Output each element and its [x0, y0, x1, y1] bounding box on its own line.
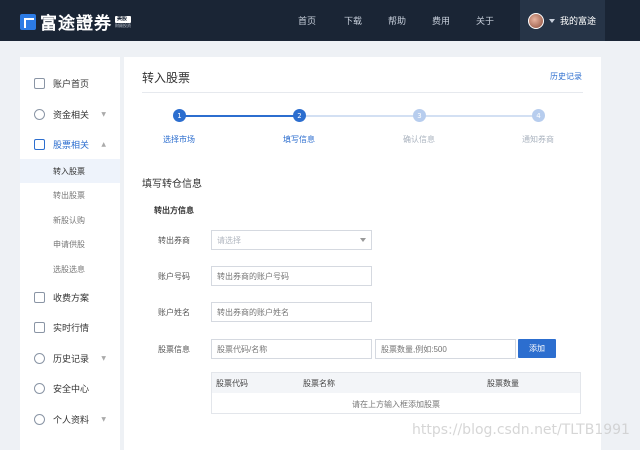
step-2-label: 填写信息 [283, 135, 315, 144]
section-title: 填写转仓信息 [142, 179, 202, 190]
chevron-down-icon [360, 238, 366, 242]
sidebar-item-label: 安全中心 [53, 384, 90, 395]
funds-icon [34, 108, 45, 120]
column-stock-quantity: 股票数量 [487, 379, 519, 388]
history-link[interactable]: 历史记录 [550, 71, 582, 82]
chevron-up-icon: ▲ [101, 140, 106, 148]
sidebar-item-label: 账户首页 [53, 79, 90, 90]
sidebar-item-stocks[interactable]: 股票相关 ▲ [20, 129, 120, 159]
table-empty-message: 请在上方输入框添加股票 [352, 400, 440, 409]
sidebar-subitem-dividend-option[interactable]: 选股选息 [20, 257, 120, 281]
sidebar-item-label: 收费方案 [53, 293, 90, 304]
logo-subtext: 财顾投资 [115, 22, 131, 28]
sidebar: 账户首页 资金相关 ▼ 股票相关 ▲ 转入股票 转出股票 新股认购 申请供股 选… [20, 57, 120, 450]
profile-icon [34, 413, 45, 425]
market-icon [34, 321, 45, 333]
sidebar-item-label: 实时行情 [53, 323, 90, 334]
history-icon [34, 352, 45, 364]
sidebar-item-label: 历史记录 [53, 354, 90, 365]
sidebar-subitem-ipo[interactable]: 新股认购 [20, 208, 120, 232]
sidebar-item-profile[interactable]: 个人资料 ▼ [20, 404, 120, 434]
step-4-label: 通知券商 [522, 135, 554, 144]
step-1-label: 选择市场 [163, 135, 195, 144]
nav-fees[interactable]: 费用 [432, 14, 450, 27]
step-3-dot: 3 [413, 109, 426, 122]
step-1-dot: 1 [173, 109, 186, 122]
chevron-down-icon: ▼ [101, 415, 106, 423]
avatar[interactable] [528, 12, 544, 29]
account-name-input[interactable] [211, 302, 372, 322]
divider [142, 92, 583, 93]
table-header: 股票代码 股票名称 股票数量 [212, 373, 580, 393]
sidebar-item-label: 个人资料 [53, 415, 90, 426]
account-number-label: 账户号码 [158, 272, 190, 281]
sidebar-item-security[interactable]: 安全中心 [20, 373, 120, 403]
nav-about[interactable]: 关于 [476, 14, 494, 27]
account-name-label: 账户姓名 [158, 308, 190, 317]
fees-icon [34, 291, 45, 303]
column-stock-code: 股票代码 [216, 379, 248, 388]
chevron-down-icon: ▼ [101, 354, 106, 362]
page-title: 转入股票 [142, 71, 191, 85]
sidebar-item-label: 资金相关 [53, 110, 90, 121]
step-connector-done [179, 115, 299, 117]
stocks-icon [34, 138, 45, 150]
sidebar-subitem-transfer-in[interactable]: 转入股票 [20, 159, 120, 183]
sidebar-item-market[interactable]: 实时行情 [20, 312, 120, 342]
logo[interactable]: 富途證券 美股 财顾投资 [20, 9, 131, 34]
top-navigation-bar: 富途證券 美股 财顾投资 首页 下载 帮助 费用 关于 我的富途 [0, 0, 640, 41]
stock-quantity-input[interactable] [375, 339, 516, 359]
subsection-title: 转出方信息 [152, 205, 194, 216]
watermark: https://blog.csdn.net/TLTB1991 [412, 422, 630, 438]
stock-code-input[interactable] [211, 339, 372, 359]
sidebar-subitem-rights-issue[interactable]: 申请供股 [20, 232, 120, 256]
nav-help[interactable]: 帮助 [388, 14, 406, 27]
stock-info-label: 股票信息 [158, 345, 190, 354]
user-menu-label[interactable]: 我的富途 [560, 14, 596, 27]
nav-download[interactable]: 下载 [344, 14, 362, 27]
step-3-label: 确认信息 [403, 135, 435, 144]
step-4-dot: 4 [532, 109, 545, 122]
shield-icon [34, 382, 45, 394]
sidebar-item-label: 股票相关 [53, 140, 90, 151]
broker-label: 转出券商 [158, 236, 190, 245]
sidebar-item-funds[interactable]: 资金相关 ▼ [20, 99, 120, 129]
account-number-input[interactable] [211, 266, 372, 286]
user-menu[interactable]: 我的富途 [520, 0, 605, 41]
logo-icon [20, 13, 36, 30]
sidebar-item-account-home[interactable]: 账户首页 [20, 68, 120, 98]
step-2-dot: 2 [293, 109, 306, 122]
broker-select-placeholder: 请选择 [217, 235, 241, 245]
logo-text: 富途證券 [40, 14, 112, 34]
main-panel: 转入股票 历史记录 1 2 3 4 选择市场 填写信息 确认信息 通知券商 填写… [124, 57, 601, 450]
sidebar-item-fee-plans[interactable]: 收费方案 [20, 282, 120, 312]
add-stock-button[interactable]: 添加 [518, 339, 556, 358]
broker-select[interactable]: 请选择 [211, 230, 372, 250]
nav-home[interactable]: 首页 [298, 14, 316, 27]
sidebar-subitem-transfer-out[interactable]: 转出股票 [20, 183, 120, 207]
column-stock-name: 股票名称 [303, 379, 335, 388]
logo-badge: 美股 [115, 15, 131, 23]
sidebar-item-history[interactable]: 历史记录 ▼ [20, 343, 120, 373]
stock-table: 股票代码 股票名称 股票数量 请在上方输入框添加股票 [211, 372, 581, 414]
chevron-down-icon: ▼ [101, 110, 106, 118]
chevron-down-icon [549, 18, 555, 23]
account-home-icon [34, 77, 45, 89]
